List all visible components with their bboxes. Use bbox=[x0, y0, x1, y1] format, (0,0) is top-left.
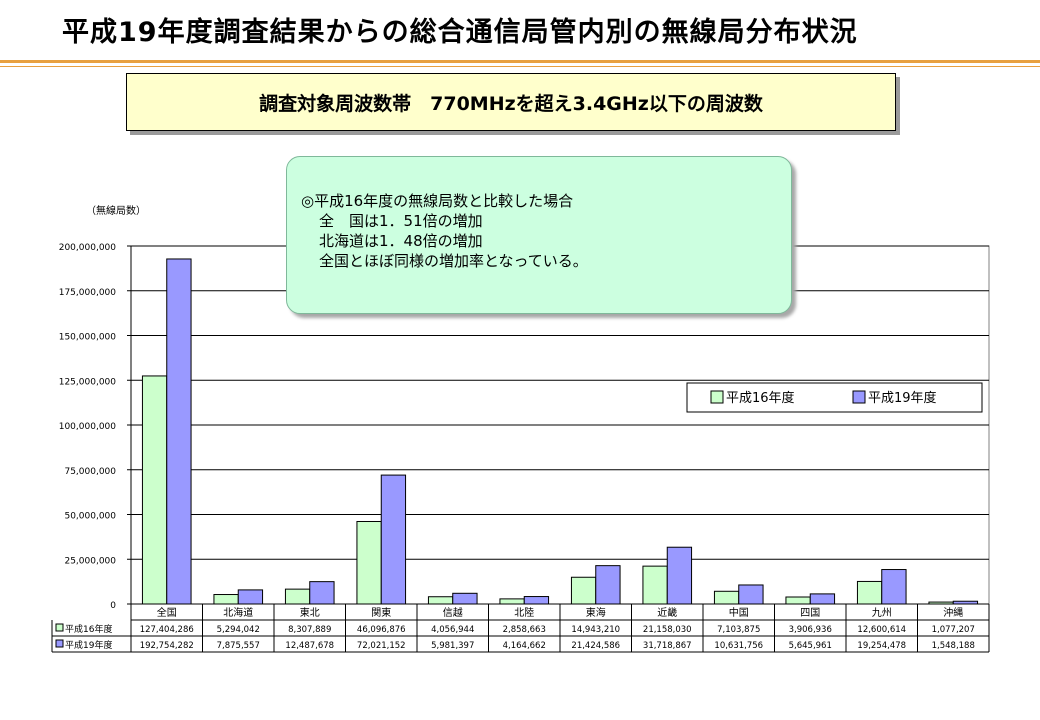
y-tick-label: 25,000,000 bbox=[64, 556, 116, 566]
data-label: 3,906,936 bbox=[789, 625, 832, 635]
table-legend-swatch bbox=[55, 623, 64, 632]
y-tick-label: 0 bbox=[110, 601, 116, 611]
table-series-name: 平成16年度 bbox=[65, 623, 112, 635]
bar-h19 bbox=[738, 584, 764, 605]
bar-h19 bbox=[166, 258, 192, 605]
bar-chart: （無線局数） 0 25,000,000 50,000,000 75,000,000 10… bbox=[51, 204, 990, 653]
data-label: 21,158,030 bbox=[643, 625, 692, 635]
category-label: 東海 bbox=[586, 606, 606, 619]
category-label: 北海道 bbox=[223, 606, 253, 619]
bar-h16 bbox=[213, 594, 239, 605]
note-line: 北海道は1．48倍の増加 bbox=[319, 232, 483, 250]
note-heading: ◎平成16年度の無線局数と比較した場合 bbox=[301, 192, 574, 210]
comparison-note: ◎平成16年度の無線局数と比較した場合 全 国は1．51倍の増加 北海道は1．4… bbox=[286, 156, 792, 314]
table-legend-swatch bbox=[55, 639, 64, 648]
bar-h19 bbox=[452, 592, 478, 605]
bar-h16 bbox=[141, 375, 168, 605]
bar-h16 bbox=[284, 588, 311, 605]
y-tick-label: 200,000,000 bbox=[59, 243, 117, 253]
bar-h19 bbox=[595, 565, 621, 605]
data-label: 1,077,207 bbox=[932, 625, 975, 635]
bar-h16 bbox=[427, 596, 454, 605]
bar-h19 bbox=[809, 593, 836, 605]
bar-h16 bbox=[570, 576, 597, 605]
category-label: 中国 bbox=[729, 606, 749, 619]
bar-h19 bbox=[309, 581, 335, 605]
data-label: 46,096,876 bbox=[357, 625, 406, 635]
data-label: 21,424,586 bbox=[571, 641, 620, 651]
legend-swatch bbox=[852, 390, 866, 404]
category-label: 四国 bbox=[800, 607, 820, 619]
category-label: 全国 bbox=[157, 606, 177, 619]
data-label: 72,021,152 bbox=[357, 641, 406, 651]
bar-h19 bbox=[523, 596, 550, 605]
data-label: 7,875,557 bbox=[217, 641, 260, 651]
bar-h16 bbox=[642, 565, 668, 605]
legend-swatch bbox=[710, 390, 724, 404]
bar-h16 bbox=[785, 596, 811, 605]
bar-h16 bbox=[856, 580, 883, 605]
bar-h16 bbox=[499, 598, 525, 605]
data-label: 5,981,397 bbox=[431, 641, 474, 651]
note-line: 全 国は1．51倍の増加 bbox=[319, 212, 483, 230]
data-label: 1,548,188 bbox=[932, 641, 975, 651]
data-label: 10,631,756 bbox=[714, 641, 763, 651]
y-tick-label: 100,000,000 bbox=[59, 422, 117, 432]
data-label: 12,487,678 bbox=[285, 641, 334, 651]
bar-h19 bbox=[237, 589, 264, 605]
legend-label: 平成16年度 bbox=[726, 390, 795, 406]
y-tick-label: 150,000,000 bbox=[59, 333, 117, 343]
bar-h16 bbox=[713, 590, 740, 605]
data-label: 7,103,875 bbox=[717, 625, 760, 635]
data-label: 19,254,478 bbox=[857, 641, 906, 651]
category-label: 近畿 bbox=[657, 606, 677, 619]
data-label: 192,754,282 bbox=[140, 641, 194, 651]
data-label: 5,294,042 bbox=[217, 625, 260, 635]
table-series-name: 平成19年度 bbox=[65, 639, 112, 651]
note-line: 全国とほぼ同様の増加率となっている。 bbox=[319, 252, 588, 270]
category-label: 九州 bbox=[872, 607, 892, 619]
y-tick-label: 50,000,000 bbox=[64, 512, 116, 522]
data-label: 127,404,286 bbox=[140, 625, 194, 635]
y-axis-label: （無線局数） bbox=[86, 204, 146, 217]
bar-h19 bbox=[380, 474, 407, 605]
legend-label: 平成19年度 bbox=[868, 390, 937, 406]
category-label: 信越 bbox=[443, 606, 463, 619]
y-tick-label: 125,000,000 bbox=[59, 377, 117, 387]
bar-h16 bbox=[356, 520, 382, 605]
data-label: 4,164,662 bbox=[503, 641, 546, 651]
category-label: 関東 bbox=[371, 606, 391, 619]
data-label: 5,645,961 bbox=[789, 641, 832, 651]
data-label: 12,600,614 bbox=[857, 625, 906, 635]
data-label: 2,858,663 bbox=[503, 625, 546, 635]
category-label: 沖縄 bbox=[943, 606, 963, 619]
data-label: 4,056,944 bbox=[431, 625, 474, 635]
y-tick-label: 175,000,000 bbox=[59, 288, 117, 298]
category-label: 北陸 bbox=[514, 606, 534, 619]
y-tick-label: 75,000,000 bbox=[64, 467, 116, 477]
data-label: 31,718,867 bbox=[643, 641, 692, 651]
data-label: 14,943,210 bbox=[571, 625, 620, 635]
bar-h19 bbox=[666, 546, 693, 605]
bar-h19 bbox=[881, 569, 907, 605]
category-label: 東北 bbox=[300, 606, 320, 619]
data-label: 8,307,889 bbox=[288, 625, 331, 635]
